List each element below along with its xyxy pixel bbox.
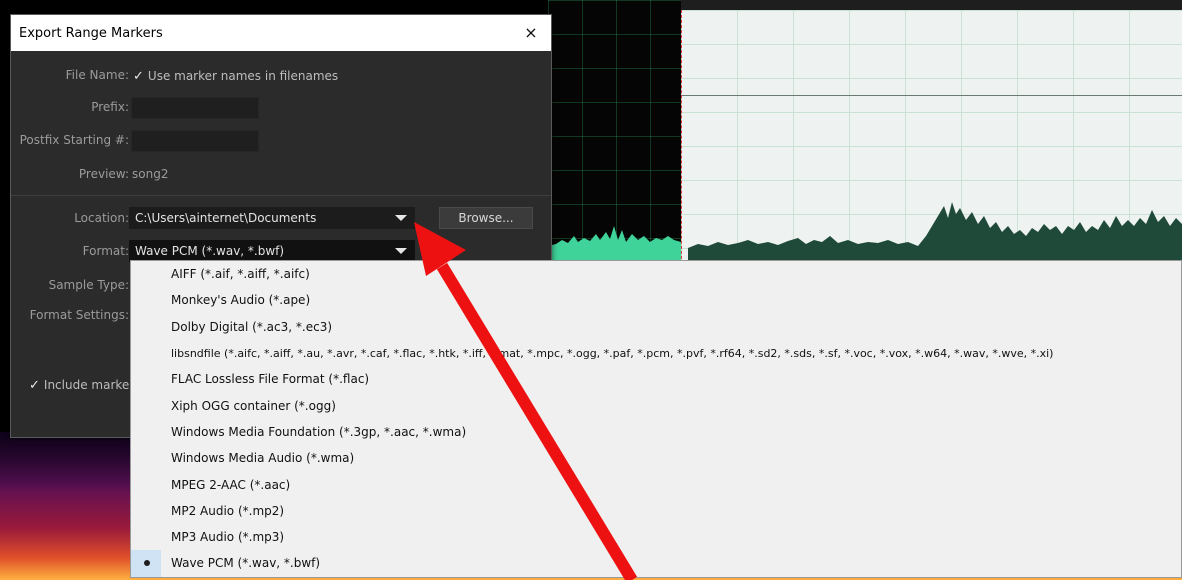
use-marker-names-checkbox[interactable]: ✓ Use marker names in filenames <box>133 65 338 87</box>
preview-value-row: song2 <box>132 163 168 185</box>
postfix-label: Postfix Starting #: <box>19 133 129 147</box>
chevron-down-icon[interactable] <box>395 248 407 254</box>
format-options-list[interactable]: AIFF (*.aif, *.aiff, *.aifc) Monkey's Au… <box>130 260 1182 578</box>
format-option[interactable]: Windows Media Foundation (*.3gp, *.aac, … <box>131 419 1181 445</box>
sample-type-label: Sample Type: <box>48 278 129 292</box>
browse-button[interactable]: Browse... <box>439 207 533 229</box>
format-settings-label: Format Settings: <box>29 308 129 322</box>
format-option[interactable]: Dolby Digital (*.ac3, *.ec3) <box>131 314 1181 340</box>
format-label: Format: <box>82 244 129 258</box>
format-option[interactable]: libsndfile (*.aifc, *.aiff, *.au, *.avr,… <box>131 340 1181 366</box>
format-option[interactable]: FLAC Lossless File Format (*.flac) <box>131 366 1181 392</box>
format-option-selected[interactable]: Wave PCM (*.wav, *.bwf) <box>131 550 1181 577</box>
format-value: Wave PCM (*.wav, *.bwf) <box>135 244 285 258</box>
format-option[interactable]: AIFF (*.aif, *.aiff, *.aifc) <box>131 261 1181 287</box>
format-option[interactable]: MP3 Audio (*.mp3) <box>131 524 1181 550</box>
dialog-title: Export Range Markers <box>19 25 163 41</box>
chevron-down-icon[interactable] <box>395 215 407 221</box>
location-value: C:\Users\ainternet\Documents <box>135 211 317 225</box>
location-dropdown[interactable]: C:\Users\ainternet\Documents <box>129 207 415 229</box>
format-dropdown[interactable]: Wave PCM (*.wav, *.bwf) <box>129 240 415 262</box>
prefix-input[interactable] <box>131 97 259 119</box>
dialog-titlebar[interactable]: Export Range Markers <box>11 15 551 51</box>
preview-label: Preview: <box>78 167 129 181</box>
waveform-center-line <box>681 95 1182 96</box>
include-markers-checkbox[interactable]: ✓ Include marker <box>29 374 134 396</box>
use-marker-names-label: Use marker names in filenames <box>147 69 339 83</box>
close-icon[interactable]: × <box>521 23 541 43</box>
section-divider <box>11 195 551 196</box>
include-markers-label: Include marker <box>43 378 135 392</box>
waveform-left-segment <box>548 226 681 262</box>
format-option[interactable]: Xiph OGG container (*.ogg) <box>131 392 1181 418</box>
preview-value: song2 <box>132 167 169 181</box>
checkmark-icon: ✓ <box>29 377 40 393</box>
format-option[interactable]: MP2 Audio (*.mp2) <box>131 498 1181 524</box>
format-option[interactable]: Monkey's Audio (*.ape) <box>131 287 1181 313</box>
location-label: Location: <box>74 211 129 225</box>
format-option[interactable]: MPEG 2-AAC (*.aac) <box>131 471 1181 497</box>
waveform <box>548 202 1182 262</box>
prefix-label: Prefix: <box>91 100 129 114</box>
format-option[interactable]: Windows Media Audio (*.wma) <box>131 445 1181 471</box>
checkmark-icon: ✓ <box>133 68 144 84</box>
postfix-input[interactable] <box>131 130 259 152</box>
waveform-right-segment <box>688 202 1182 262</box>
file-name-label: File Name: <box>65 68 129 82</box>
